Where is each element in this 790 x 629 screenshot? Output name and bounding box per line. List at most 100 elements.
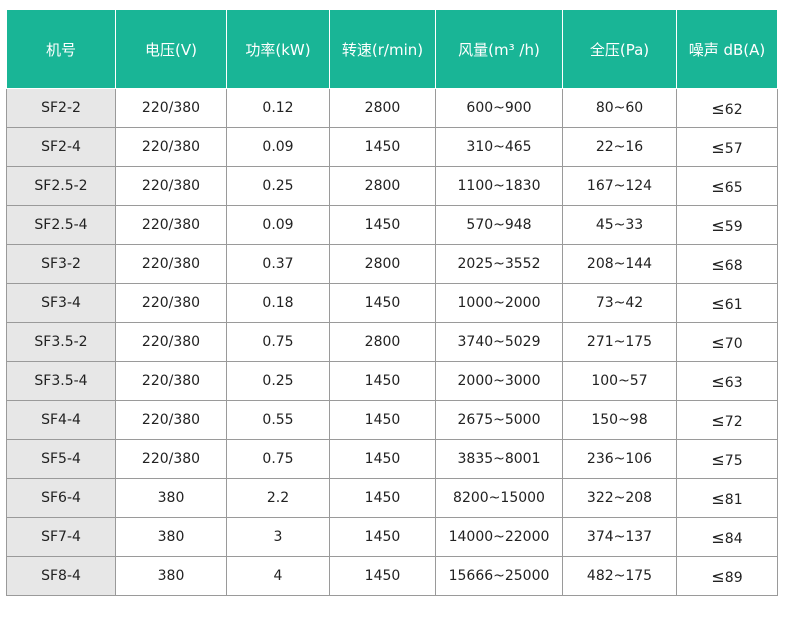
noise-value: 84	[724, 530, 743, 547]
table-row: SF7-4 380 3 1450 14000~22000 374~137 ≤84	[6, 517, 778, 557]
cell-voltage: 220/380	[115, 88, 227, 128]
cell-speed: 1450	[329, 361, 436, 401]
less-equal-sign: ≤	[711, 566, 725, 586]
table-row: SF5-4 220/380 0.75 1450 3835~8001 236~106 ≤75	[6, 439, 778, 479]
cell-voltage: 220/380	[115, 127, 227, 167]
cell-model: SF7-4	[6, 517, 116, 557]
cell-pressure: 322~208	[562, 478, 677, 518]
cell-speed: 2800	[329, 322, 436, 362]
less-equal-sign: ≤	[711, 449, 725, 469]
cell-voltage: 380	[115, 517, 227, 557]
cell-voltage: 220/380	[115, 205, 227, 245]
cell-airflow: 14000~22000	[435, 517, 563, 557]
spec-table-container: 机号 电压(V) 功率(kW) 转速(r/min) 风量(m³ /h) 全压(P…	[6, 9, 778, 596]
cell-power: 0.09	[226, 205, 330, 245]
cell-airflow: 8200~15000	[435, 478, 563, 518]
header-model: 机号	[6, 9, 116, 89]
cell-power: 0.37	[226, 244, 330, 284]
cell-airflow: 1000~2000	[435, 283, 563, 323]
cell-speed: 2800	[329, 244, 436, 284]
cell-noise: ≤59	[676, 205, 778, 245]
cell-speed: 1450	[329, 283, 436, 323]
less-equal-sign: ≤	[711, 332, 725, 352]
less-equal-sign: ≤	[711, 527, 725, 547]
less-equal-sign: ≤	[711, 410, 725, 430]
cell-pressure: 22~16	[562, 127, 677, 167]
cell-pressure: 150~98	[562, 400, 677, 440]
cell-airflow: 600~900	[435, 88, 563, 128]
cell-model: SF3.5-2	[6, 322, 116, 362]
cell-pressure: 45~33	[562, 205, 677, 245]
noise-value: 65	[724, 179, 743, 196]
cell-voltage: 380	[115, 556, 227, 596]
cell-noise: ≤72	[676, 400, 778, 440]
cell-power: 2.2	[226, 478, 330, 518]
cell-airflow: 2675~5000	[435, 400, 563, 440]
cell-airflow: 2000~3000	[435, 361, 563, 401]
cell-model: SF6-4	[6, 478, 116, 518]
table-body: SF2-2 220/380 0.12 2800 600~900 80~60 ≤62 SF2-4…	[6, 88, 778, 596]
less-equal-sign: ≤	[711, 488, 725, 508]
cell-airflow: 310~465	[435, 127, 563, 167]
header-row: 机号 电压(V) 功率(kW) 转速(r/min) 风量(m³ /h) 全压(P…	[6, 9, 778, 89]
cell-noise: ≤75	[676, 439, 778, 479]
less-equal-sign: ≤	[711, 371, 725, 391]
cell-pressure: 73~42	[562, 283, 677, 323]
cell-noise: ≤70	[676, 322, 778, 362]
header-voltage: 电压(V)	[115, 9, 227, 89]
less-equal-sign: ≤	[711, 254, 725, 274]
table-row: SF2.5-2 220/380 0.25 2800 1100~1830 167~124 ≤6…	[6, 166, 778, 206]
cell-model: SF2.5-4	[6, 205, 116, 245]
cell-airflow: 1100~1830	[435, 166, 563, 206]
cell-voltage: 220/380	[115, 439, 227, 479]
cell-speed: 1450	[329, 517, 436, 557]
cell-model: SF4-4	[6, 400, 116, 440]
header-pressure: 全压(Pa)	[562, 9, 677, 89]
cell-noise: ≤63	[676, 361, 778, 401]
cell-pressure: 208~144	[562, 244, 677, 284]
noise-value: 63	[724, 374, 743, 391]
cell-noise: ≤62	[676, 88, 778, 128]
cell-noise: ≤89	[676, 556, 778, 596]
cell-airflow: 15666~25000	[435, 556, 563, 596]
cell-speed: 1450	[329, 439, 436, 479]
cell-speed: 1450	[329, 127, 436, 167]
cell-power: 0.12	[226, 88, 330, 128]
cell-power: 0.25	[226, 166, 330, 206]
cell-pressure: 80~60	[562, 88, 677, 128]
cell-power: 0.25	[226, 361, 330, 401]
cell-airflow: 2025~3552	[435, 244, 563, 284]
cell-speed: 1450	[329, 478, 436, 518]
cell-speed: 2800	[329, 88, 436, 128]
cell-voltage: 220/380	[115, 166, 227, 206]
cell-power: 0.09	[226, 127, 330, 167]
less-equal-sign: ≤	[711, 98, 725, 118]
table-row: SF6-4 380 2.2 1450 8200~15000 322~208 ≤81	[6, 478, 778, 518]
cell-noise: ≤57	[676, 127, 778, 167]
cell-speed: 1450	[329, 556, 436, 596]
cell-model: SF8-4	[6, 556, 116, 596]
cell-voltage: 220/380	[115, 283, 227, 323]
cell-model: SF3-4	[6, 283, 116, 323]
cell-airflow: 570~948	[435, 205, 563, 245]
less-equal-sign: ≤	[711, 293, 725, 313]
less-equal-sign: ≤	[711, 215, 725, 235]
table-row: SF4-4 220/380 0.55 1450 2675~5000 150~98 ≤72	[6, 400, 778, 440]
less-equal-sign: ≤	[711, 176, 725, 196]
fan-spec-table: 机号 电压(V) 功率(kW) 转速(r/min) 风量(m³ /h) 全压(P…	[6, 9, 778, 596]
header-noise: 噪声 dB(A)	[676, 9, 778, 89]
cell-power: 0.75	[226, 322, 330, 362]
cell-noise: ≤81	[676, 478, 778, 518]
table-row: SF3-4 220/380 0.18 1450 1000~2000 73~42 ≤61	[6, 283, 778, 323]
cell-speed: 2800	[329, 166, 436, 206]
noise-value: 59	[724, 218, 743, 235]
noise-value: 62	[724, 101, 743, 118]
header-speed: 转速(r/min)	[329, 9, 436, 89]
cell-voltage: 220/380	[115, 400, 227, 440]
table-row: SF3.5-2 220/380 0.75 2800 3740~5029 271~175 ≤7…	[6, 322, 778, 362]
cell-noise: ≤61	[676, 283, 778, 323]
cell-airflow: 3740~5029	[435, 322, 563, 362]
cell-pressure: 167~124	[562, 166, 677, 206]
cell-voltage: 220/380	[115, 361, 227, 401]
cell-pressure: 236~106	[562, 439, 677, 479]
